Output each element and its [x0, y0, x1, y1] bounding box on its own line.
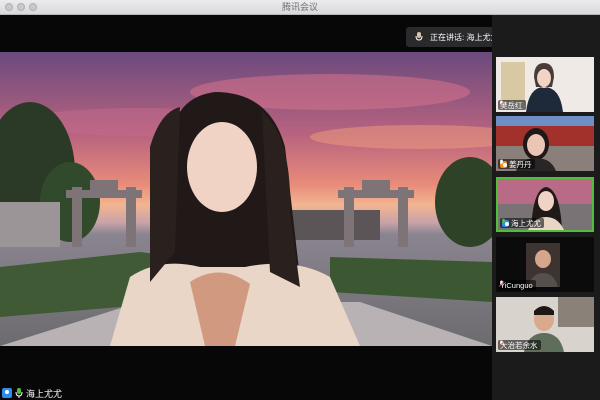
- microphone-icon: [15, 388, 23, 398]
- participant-tile[interactable]: 大治若余水: [496, 297, 594, 352]
- participant-name-tag: YiCunguo: [498, 280, 536, 290]
- participant-tile[interactable]: 姜丹丹: [496, 116, 594, 171]
- participant-tile[interactable]: 樊岳红: [496, 57, 594, 112]
- participant-name: 大治若余水: [500, 340, 538, 350]
- participant-name-tag: 樊岳红: [498, 100, 526, 110]
- participant-tile[interactable]: YiCunguo: [496, 237, 594, 292]
- window-title: 腾讯会议: [281, 2, 318, 12]
- microphone-icon: [502, 218, 505, 223]
- participant-name-tag: 大治若余水: [498, 340, 541, 350]
- speaking-text: 正在讲话: 海上尤尤;: [430, 32, 501, 42]
- main-video-name-tag: 海上尤尤: [2, 386, 62, 400]
- host-user-icon: [2, 388, 12, 398]
- participant-name-tag: 姜丹丹: [498, 159, 535, 169]
- participant-tile-active-speaker[interactable]: 海上尤尤: [496, 177, 594, 232]
- microphone-muted-icon: [498, 280, 505, 287]
- main-video[interactable]: [0, 52, 492, 346]
- participant-name: 海上尤尤: [511, 218, 541, 228]
- participant-gallery[interactable]: 樊岳红 姜丹丹 海上尤尤 YiCunguo 大治若余水: [492, 15, 600, 400]
- participant-name-tag: 海上尤尤: [500, 218, 544, 228]
- microphone-muted-icon: [498, 340, 505, 347]
- participant-name: 姜丹丹: [509, 159, 532, 169]
- microphone-muted-icon: [498, 100, 505, 107]
- main-video-name: 海上尤尤: [26, 388, 63, 399]
- microphone-icon: [500, 159, 503, 164]
- speaking-icon: [415, 32, 423, 41]
- title-bar: 腾讯会议: [0, 0, 600, 15]
